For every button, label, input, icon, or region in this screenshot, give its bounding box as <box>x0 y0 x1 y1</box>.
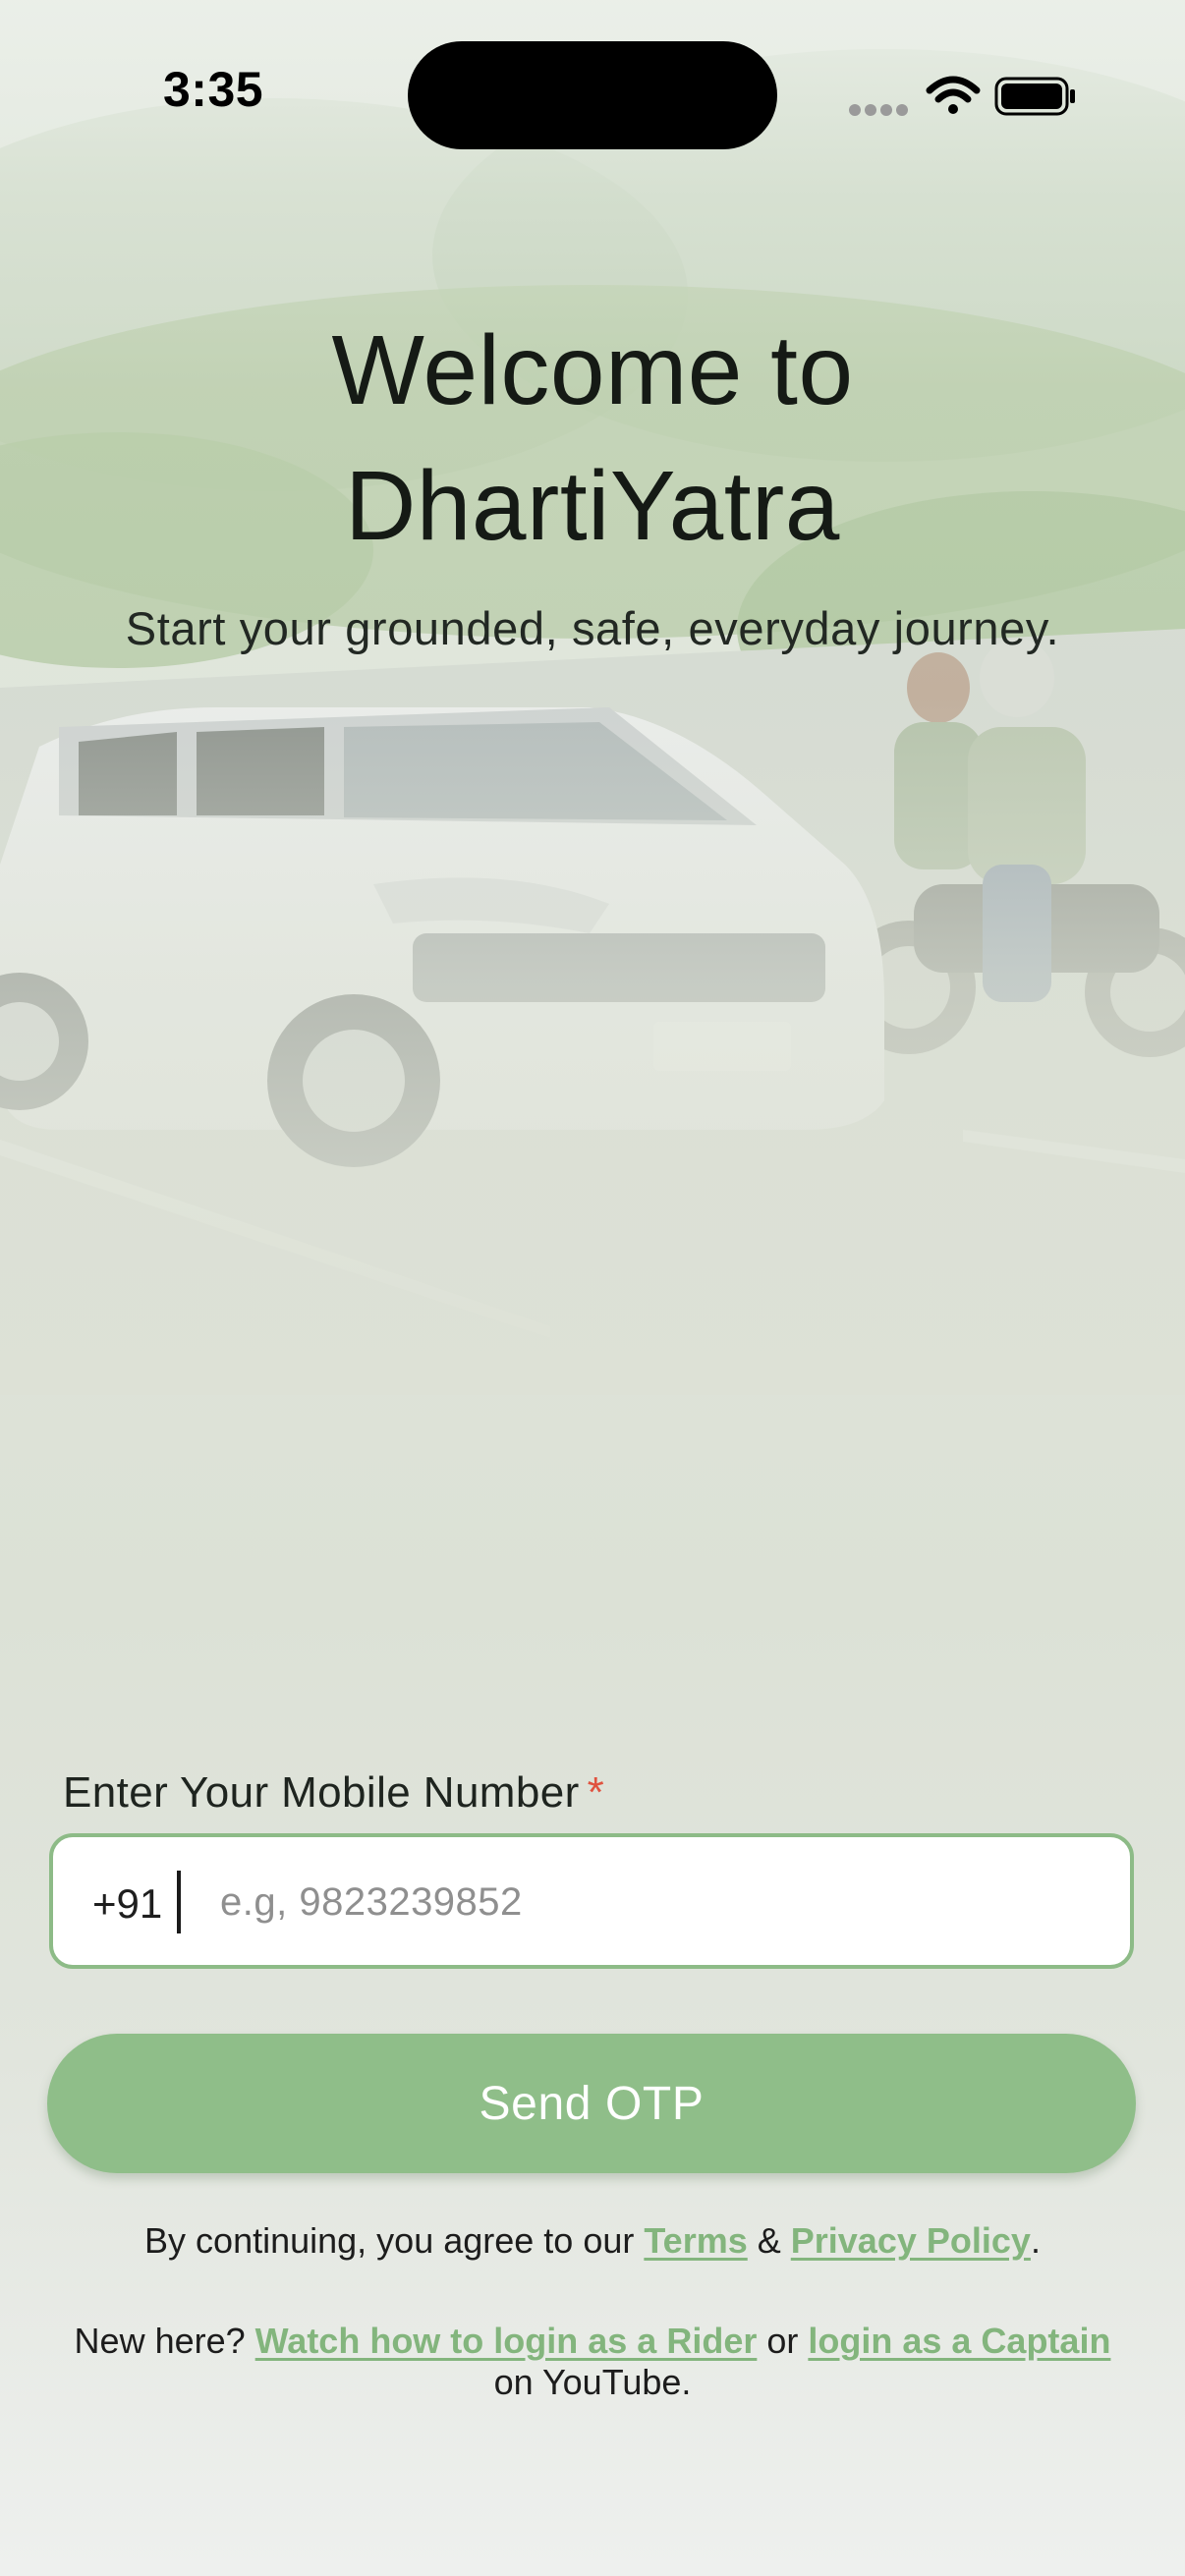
legal-notice: By continuing, you agree to our Terms & … <box>0 2220 1185 2262</box>
mobile-number-input[interactable] <box>220 1863 1085 1941</box>
dynamic-island <box>408 41 777 149</box>
required-asterisk: * <box>587 1768 605 1817</box>
wifi-icon <box>926 76 981 114</box>
privacy-policy-link[interactable]: Privacy Policy <box>791 2220 1031 2261</box>
help-notice: New here? Watch how to login as a Rider … <box>0 2321 1185 2403</box>
cellular-icon <box>849 104 908 116</box>
help-or: or <box>757 2321 809 2361</box>
captain-login-video-link[interactable]: login as a Captain <box>808 2321 1110 2361</box>
help-prefix: New here? <box>74 2321 255 2361</box>
mobile-number-label-text: Enter Your Mobile Number <box>63 1768 580 1817</box>
legal-and: & <box>747 2220 791 2261</box>
rider-login-video-link[interactable]: Watch how to login as a Rider <box>255 2321 758 2361</box>
legal-prefix: By continuing, you agree to our <box>144 2220 645 2261</box>
login-screen: 3:35 Welcome to DhartiYatra Start your g… <box>0 0 1185 2576</box>
phone-field: +91 <box>49 1833 1134 1969</box>
legal-suffix: . <box>1030 2220 1041 2261</box>
mobile-number-label: Enter Your Mobile Number * <box>63 1768 604 1818</box>
title-line-2: DhartiYatra <box>345 451 840 561</box>
help-suffix: on YouTube. <box>493 2362 692 2402</box>
title-line-1: Welcome to <box>331 315 854 425</box>
status-time: 3:35 <box>163 62 264 117</box>
hero-background-image <box>0 0 1185 1395</box>
page-subtitle: Start your grounded, safe, everyday jour… <box>125 602 1060 654</box>
page-title: Welcome to DhartiYatra <box>0 303 1185 574</box>
help-line-1: New here? Watch how to login as a Rider … <box>0 2321 1185 2362</box>
terms-link[interactable]: Terms <box>644 2220 747 2261</box>
country-code: +91 <box>92 1880 163 1927</box>
send-otp-button[interactable]: Send OTP <box>47 2034 1136 2173</box>
country-code-divider <box>177 1871 181 1933</box>
status-icons <box>849 76 1075 116</box>
battery-icon <box>994 77 1075 116</box>
